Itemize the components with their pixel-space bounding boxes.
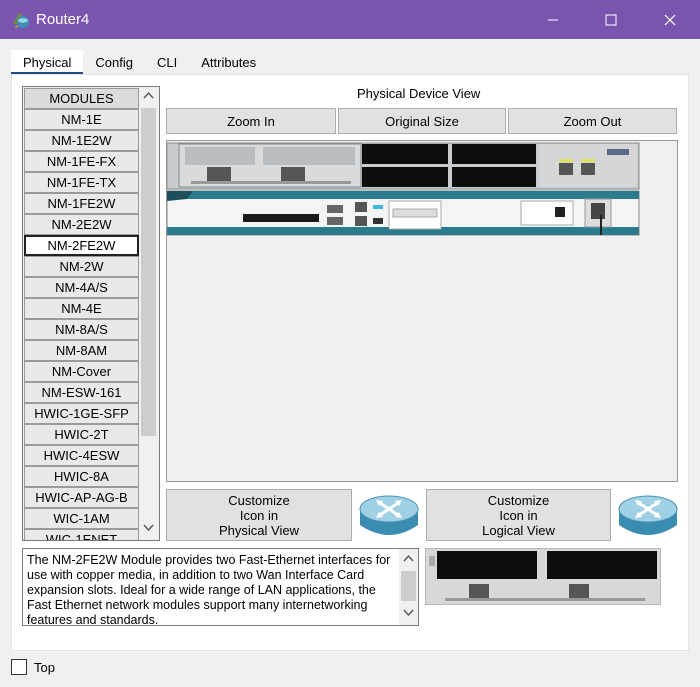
scroll-up-icon[interactable] [142,91,155,104]
module-preview-image [424,547,662,606]
module-item-hwic-1ge-sfp[interactable]: HWIC-1GE-SFP [24,403,139,424]
module-description-text: The NM-2FE2W Module provides two Fast-Et… [27,553,391,626]
module-item-nm-1e[interactable]: NM-1E [24,109,139,130]
scroll-down-icon[interactable] [402,609,415,620]
modules-header: MODULES [24,88,139,109]
close-icon [664,14,676,25]
module-item-nm-8a-s[interactable]: NM-8A/S [24,319,139,340]
module-item-nm-1fe-fx[interactable]: NM-1FE-FX [24,151,139,172]
close-button[interactable] [647,0,693,39]
module-item-nm-4e[interactable]: NM-4E [24,298,139,319]
module-item-wic-1enet[interactable]: WIC-1ENET [24,529,139,540]
router-app-icon [10,10,30,30]
customize-physical-line2: Icon in [239,507,279,523]
router-physical-icon[interactable] [358,489,420,546]
module-item-nm-cover[interactable]: NM-Cover [24,361,139,382]
module-item-nm-1fe-tx[interactable]: NM-1FE-TX [24,172,139,193]
customize-logical-line3: Logical View [482,522,555,538]
module-item-nm-2fe2w[interactable]: NM-2FE2W [24,235,139,256]
module-item-nm-8am[interactable]: NM-8AM [24,340,139,361]
customize-physical-view-button[interactable]: Customize Icon in Physical View [166,489,352,541]
maximize-icon [605,14,617,25]
top-checkbox[interactable] [11,659,27,675]
module-item-nm-2w[interactable]: NM-2W [24,256,139,277]
customize-logical-view-button[interactable]: Customize Icon in Logical View [426,489,611,541]
tab-bar: Physical Config CLI Attributes [11,50,268,74]
customize-logical-line1: Customize [487,492,550,508]
modules-scroll-thumb[interactable] [141,108,156,436]
top-checkbox-row[interactable]: Top [11,659,55,675]
scroll-down-icon[interactable] [142,524,155,537]
customize-physical-line3: Physical View [219,522,299,538]
module-item-hwic-2t[interactable]: HWIC-2T [24,424,139,445]
original-size-button[interactable]: Original Size [338,108,506,134]
module-item-nm-2e2w[interactable]: NM-2E2W [24,214,139,235]
modules-items: MODULES NM-1E NM-1E2W NM-1FE-FX NM-1FE-T… [24,88,139,540]
modules-list[interactable]: MODULES NM-1E NM-1E2W NM-1FE-FX NM-1FE-T… [22,86,160,541]
description-scroll-thumb[interactable] [401,571,416,601]
module-description-box[interactable]: The NM-2FE2W Module provides two Fast-Et… [22,548,419,626]
maximize-button[interactable] [588,0,634,39]
minimize-icon [548,19,558,20]
module-item-hwic-ap-ag-b[interactable]: HWIC-AP-AG-B [24,487,139,508]
module-item-hwic-8a[interactable]: HWIC-8A [24,466,139,487]
tab-physical[interactable]: Physical [11,50,84,74]
module-item-nm-1fe2w[interactable]: NM-1FE2W [24,193,139,214]
minimize-button[interactable] [530,0,576,39]
description-scrollbar[interactable] [399,549,418,625]
physical-device-view[interactable] [166,140,678,482]
tab-attributes[interactable]: Attributes [189,50,268,74]
customize-physical-line1: Customize [228,492,290,508]
scroll-up-icon[interactable] [402,554,415,565]
window-title: Router4 [36,11,90,28]
zoom-out-button[interactable]: Zoom Out [508,108,677,134]
customize-logical-line2: Icon in [499,507,538,523]
physical-device-view-label: Physical Device View [357,86,481,101]
title-bar[interactable]: Router4 [0,0,700,39]
module-item-hwic-4esw[interactable]: HWIC-4ESW [24,445,139,466]
modules-scrollbar[interactable] [139,88,158,539]
zoom-in-button[interactable]: Zoom In [166,108,336,134]
module-item-nm-4a-s[interactable]: NM-4A/S [24,277,139,298]
tab-cli[interactable]: CLI [145,50,189,74]
module-item-nm-1e2w[interactable]: NM-1E2W [24,130,139,151]
top-label: Top [34,659,55,675]
router-chassis-image [166,142,640,236]
module-item-wic-1am[interactable]: WIC-1AM [24,508,139,529]
router-logical-icon[interactable] [617,489,679,546]
module-item-nm-esw-161[interactable]: NM-ESW-161 [24,382,139,403]
tab-config[interactable]: Config [83,50,145,74]
